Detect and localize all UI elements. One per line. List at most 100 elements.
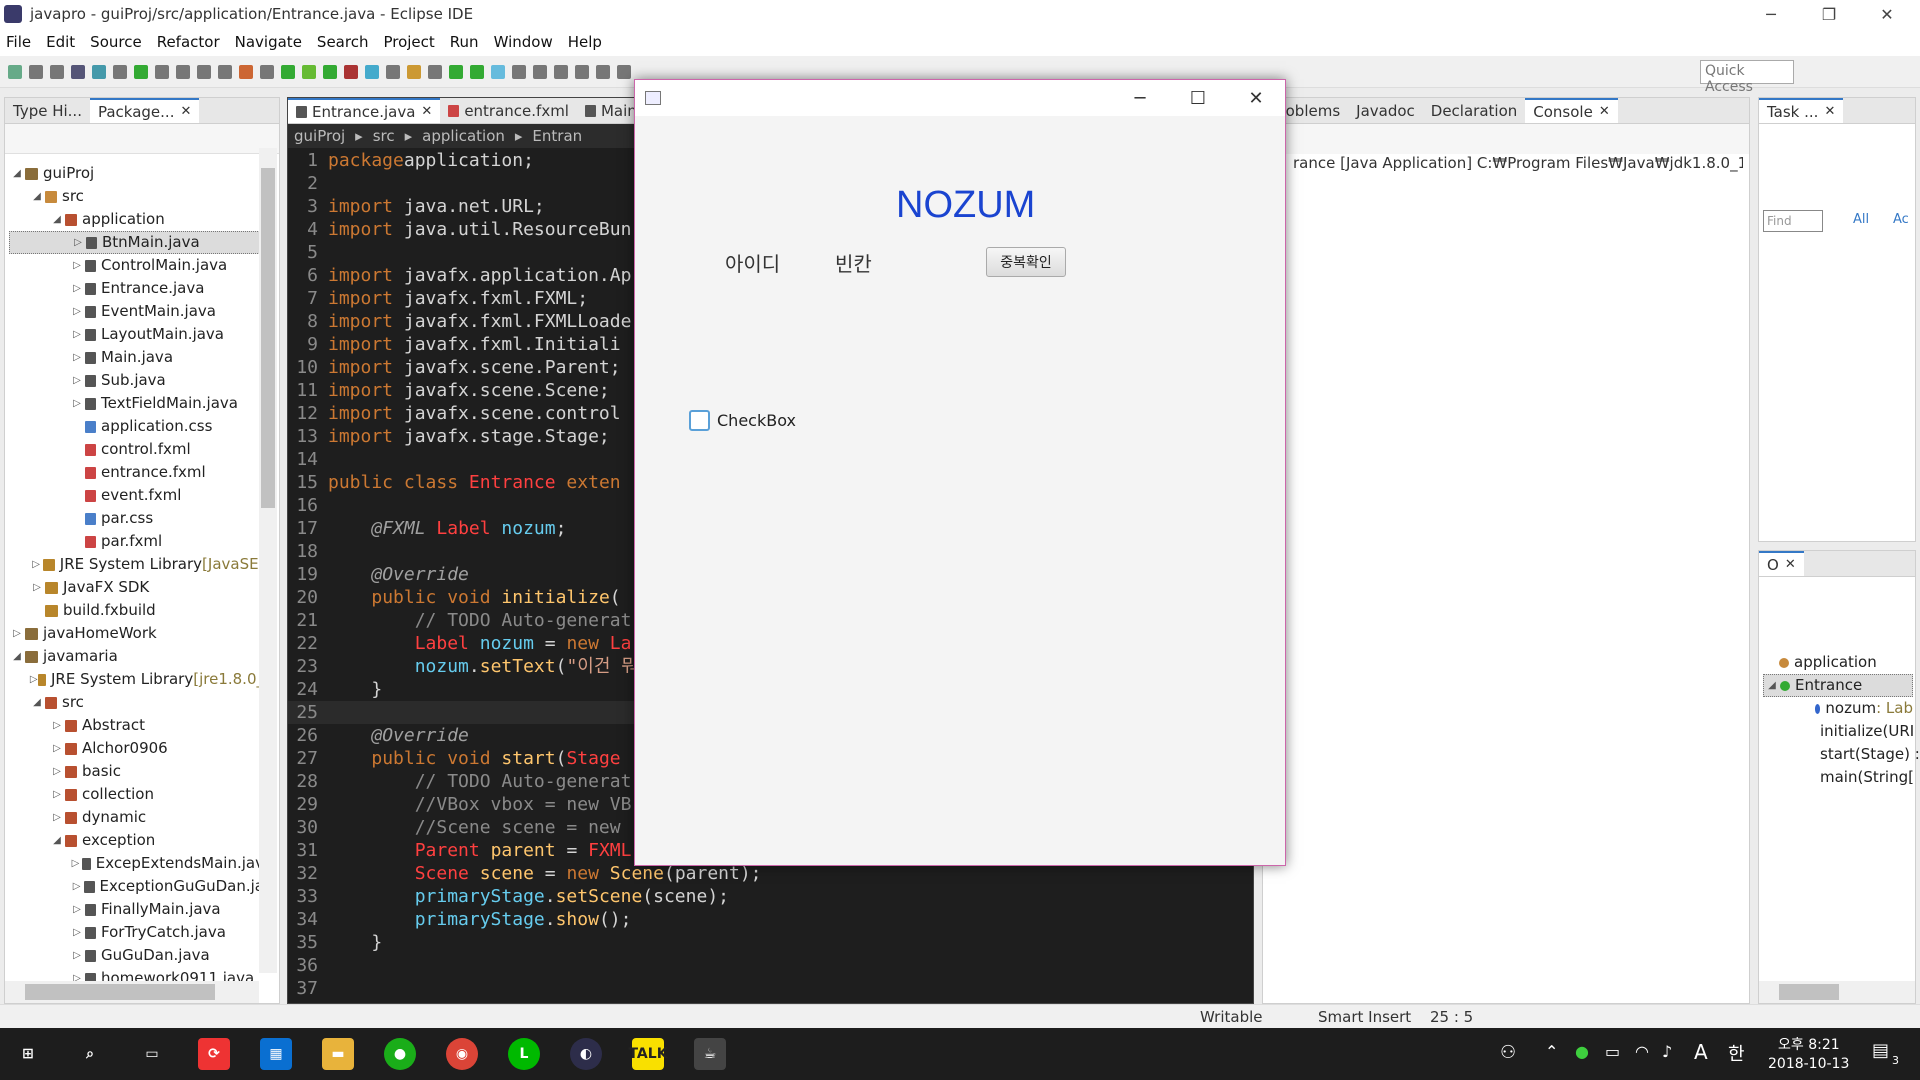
tree-item[interactable]: ◢ application (9, 208, 264, 231)
tree-item[interactable]: ▷ Main.java (9, 346, 264, 369)
tree-toggle-icon[interactable]: ▷ (29, 668, 38, 691)
tree-item[interactable]: ◢ src (9, 691, 264, 714)
restore-button[interactable]: ❐ (1800, 0, 1858, 28)
tree-item[interactable]: build.fxbuild (9, 599, 264, 622)
tree-toggle-icon[interactable]: ◢ (29, 691, 45, 714)
fx-maximize-button[interactable]: ☐ (1169, 80, 1227, 116)
menu-refactor[interactable]: Refactor (157, 33, 220, 51)
outline-scrollbar[interactable] (1759, 981, 1915, 1003)
tab-type-hierarchy[interactable]: Type Hi... (5, 98, 90, 123)
toolbar-icon[interactable] (596, 64, 610, 79)
chrome-icon[interactable]: ◉ (446, 1038, 478, 1070)
menu-search[interactable]: Search (317, 33, 369, 51)
menu-run[interactable]: Run (450, 33, 479, 51)
tree-item[interactable]: ▷ JRE System Library [jre1.8.0_ (9, 668, 264, 691)
tree-item[interactable]: ▷ JavaFX SDK (9, 576, 264, 599)
right-panel-tab[interactable]: Javadoc (1348, 98, 1423, 123)
tree-item[interactable]: ▷ collection (9, 783, 264, 806)
outline-item[interactable]: start(Stage) : (1763, 743, 1920, 766)
close-button[interactable]: ✕ (1858, 0, 1916, 28)
task-all-link[interactable]: All (1853, 212, 1869, 227)
toolbar-icon[interactable] (71, 64, 85, 79)
toolbar-icon[interactable] (470, 64, 484, 79)
toolbar-icon[interactable] (281, 64, 295, 79)
sync-app-icon[interactable]: ⟳ (198, 1038, 230, 1070)
wifi-icon[interactable]: ◠ (1635, 1042, 1649, 1061)
tree-toggle-icon[interactable]: ▷ (9, 622, 25, 645)
tree-item[interactable]: ▷ ForTryCatch.java (9, 921, 264, 944)
right-panel-tab[interactable]: Console ✕ (1525, 98, 1618, 123)
tree-toggle-icon[interactable]: ▷ (69, 346, 85, 369)
tree-item[interactable]: ◢ javamaria (9, 645, 264, 668)
toolbar-icon[interactable] (491, 64, 505, 79)
tree-item[interactable]: ▷ GuGuDan.java (9, 944, 264, 967)
tree-toggle-icon[interactable]: ▷ (49, 760, 65, 783)
tree-toggle-icon[interactable]: ▷ (69, 300, 85, 323)
tree-item[interactable]: ▷ Entrance.java (9, 277, 264, 300)
tree-item[interactable]: entrance.fxml (9, 461, 264, 484)
clock-time[interactable]: 오후 8:21 (1778, 1034, 1840, 1054)
volume-icon[interactable]: ♪ (1662, 1042, 1672, 1061)
tray-chevron-icon[interactable]: ⌃ (1545, 1042, 1558, 1061)
duplicate-check-button[interactable]: 중복확인 (986, 247, 1066, 277)
close-tab-icon[interactable]: ✕ (421, 101, 432, 123)
store-icon[interactable]: ▦ (260, 1038, 292, 1070)
task-activate-link[interactable]: Ac (1893, 212, 1909, 227)
tree-item[interactable]: par.css (9, 507, 264, 530)
close-tab-icon[interactable]: ✕ (180, 101, 191, 123)
tree-item[interactable]: event.fxml (9, 484, 264, 507)
toolbar-icon[interactable] (428, 64, 442, 79)
tree-toggle-icon[interactable]: ▷ (70, 231, 86, 254)
menu-navigate[interactable]: Navigate (235, 33, 302, 51)
eclipse-taskbar-icon[interactable]: ◐ (570, 1038, 602, 1070)
menu-file[interactable]: File (6, 33, 31, 51)
tree-toggle-icon[interactable]: ◢ (49, 829, 65, 852)
kakaotalk-icon[interactable]: TALK (628, 1038, 668, 1070)
tree-toggle-icon[interactable]: ▷ (69, 369, 85, 392)
breadcrumb-item[interactable]: src (373, 127, 395, 145)
menu-project[interactable]: Project (383, 33, 434, 51)
tree-item[interactable]: ▷ javaHomeWork (9, 622, 264, 645)
toolbar-icon[interactable] (512, 64, 526, 79)
close-tab-icon[interactable]: ✕ (1824, 101, 1835, 123)
tree-item[interactable]: ▷ JRE System Library [JavaSE- (9, 553, 264, 576)
tree-item[interactable]: ▷ EventMain.java (9, 300, 264, 323)
tree-item[interactable]: ◢ src (9, 185, 264, 208)
tree-item[interactable]: application.css (9, 415, 264, 438)
tree-item[interactable]: ▷ TextFieldMain.java (9, 392, 264, 415)
tree-toggle-icon[interactable]: ▷ (49, 806, 65, 829)
tree-item[interactable]: ▷ BtnMain.java (9, 231, 264, 254)
horizontal-scrollbar[interactable] (5, 981, 259, 1003)
outline-item[interactable]: application (1763, 651, 1913, 674)
toolbar-icon[interactable] (323, 64, 337, 79)
tree-toggle-icon[interactable]: ▷ (29, 576, 45, 599)
toolbar-icon[interactable] (8, 64, 22, 79)
tab-task-list[interactable]: Task ... ✕ (1759, 98, 1844, 123)
toolbar-icon[interactable] (554, 64, 568, 79)
tree-toggle-icon[interactable]: ◢ (9, 162, 25, 185)
tree-item[interactable]: ▷ LayoutMain.java (9, 323, 264, 346)
tree-toggle-icon[interactable]: ▷ (69, 392, 85, 415)
fx-close-button[interactable]: ✕ (1227, 80, 1285, 116)
breadcrumb-item[interactable]: application (422, 127, 505, 145)
toolbar-icon[interactable] (113, 64, 127, 79)
search-icon[interactable]: ⌕ (74, 1038, 106, 1070)
toolbar-icon[interactable] (134, 64, 148, 79)
outline-item[interactable]: initialize(URI (1763, 720, 1914, 743)
language-indicator[interactable]: 한 (1728, 1040, 1745, 1066)
tree-toggle-icon[interactable]: ▷ (49, 714, 65, 737)
editor-tab[interactable]: Entrance.java ✕ (288, 98, 441, 123)
tree-toggle-icon[interactable]: ◢ (49, 208, 65, 231)
fx-minimize-button[interactable]: ─ (1111, 80, 1169, 116)
vertical-scrollbar[interactable] (259, 148, 277, 973)
tree-toggle-icon[interactable]: ◢ (29, 185, 45, 208)
tree-item[interactable]: ▷ ControlMain.java (9, 254, 264, 277)
tree-toggle-icon[interactable]: ▷ (49, 737, 65, 760)
tree-toggle-icon[interactable]: ◢ (9, 645, 25, 668)
task-find-input[interactable]: Find (1763, 210, 1823, 232)
toolbar-icon[interactable] (533, 64, 547, 79)
task-view-icon[interactable]: ▭ (136, 1038, 168, 1070)
tree-toggle-icon[interactable]: ▷ (69, 944, 85, 967)
tree-item[interactable]: ▷ ExcepExtendsMain.jav (9, 852, 264, 875)
right-panel-tab[interactable]: Declaration (1423, 98, 1525, 123)
